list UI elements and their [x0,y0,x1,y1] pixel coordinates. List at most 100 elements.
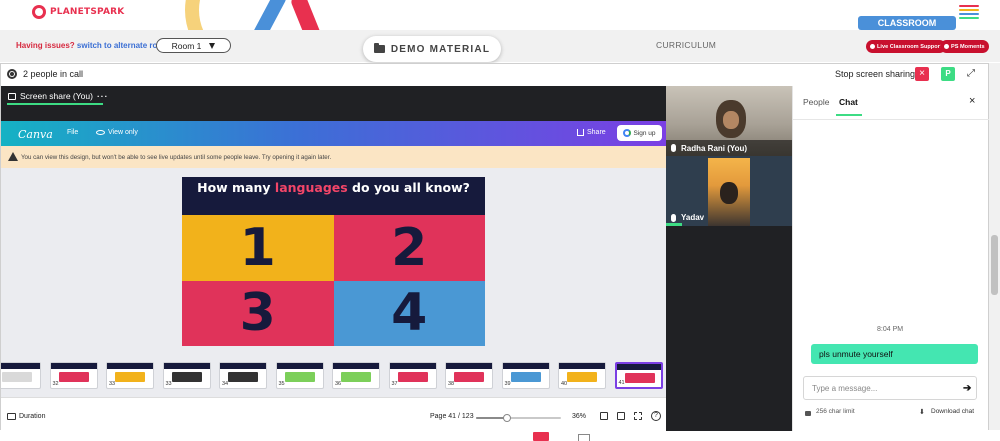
thumbnail-number: 33 [165,381,172,387]
thumbnail-body [171,372,202,382]
chat-message-input[interactable]: Type a message... [803,376,977,400]
canva-view-only[interactable]: View only [96,129,138,136]
help-icon[interactable]: ? [651,411,661,421]
ps-moments-label: PS Moments [951,43,985,50]
live-classroom-support-button[interactable]: Live Classroom Support [866,40,946,53]
slide-title: How many languages do you all know? [182,177,485,215]
plus-circle-icon [870,44,875,49]
zoom-slider[interactable] [476,414,561,422]
microphone-icon [671,213,676,222]
thumbnail-header [1,363,40,369]
thumbnail-header [502,363,549,369]
participant-video [708,158,750,226]
scrollbar-thumb[interactable] [991,235,998,295]
demo-material-label: DEMO MATERIAL [390,43,491,55]
participant-name: Radha Rani (You) [681,143,748,153]
cutoff-red-icon[interactable] [533,432,549,441]
fullscreen-icon[interactable] [634,412,642,420]
char-limit-text: 256 char limit [816,408,855,415]
eye-icon [96,130,105,135]
active-tab-indicator [836,114,862,116]
thumbnail-header [616,364,661,370]
room-select[interactable]: Room 1 [156,38,231,53]
slide-thumbnail[interactable]: 35 [275,362,324,389]
brand-logo[interactable]: PLANETSPARK [32,5,124,19]
thumbnail-header [333,363,379,369]
speaking-indicator [666,223,682,226]
slide-thumbnail[interactable]: 32 [49,362,98,389]
thumbnail-body [284,372,315,382]
settings-gear-icon[interactable] [7,69,17,79]
thumbnail-body [115,372,145,382]
canva-sign-up-button[interactable]: Sign up [617,125,662,141]
tab-chat[interactable]: Chat [839,97,858,107]
download-chat-button[interactable]: Download chat [931,408,974,415]
cutoff-gray-icon[interactable] [578,434,590,441]
slide-title-accent: languages [274,180,348,195]
close-icon[interactable]: × [969,95,975,107]
video-tiles: Radha Rani (You) Yadav [666,86,792,431]
ps-moments-button[interactable]: PS Moments [940,40,989,53]
slide-thumbnail[interactable]: 38 [445,362,493,389]
thumbnail-header [446,363,492,369]
page-scrollbar[interactable] [989,63,1000,430]
thumbnail-number: 33 [109,381,116,387]
canva-toolbar: Canva File View only Share Sign up [1,121,666,146]
fullscreen-expand-icon[interactable]: ⤢ [967,68,975,79]
canva-file-menu[interactable]: File [67,129,78,136]
participant-avatar-button[interactable]: P [941,67,955,81]
active-tab-indicator [7,103,103,105]
video-tile-self[interactable]: Radha Rani (You) [666,86,792,156]
google-icon [623,129,632,137]
view-only-warning: You can view this design, but won't be a… [1,146,666,168]
people-count: 2 people in call [23,69,84,79]
warning-icon [8,152,18,161]
hamburger-stripe [959,17,979,19]
slide-thumbnail[interactable]: 34 [219,362,267,389]
slide-thumbnail[interactable]: 37 [388,362,437,389]
chat-panel: People Chat × 8:04 PM pls unmute yoursel… [792,86,989,431]
demo-material-button[interactable]: DEMO MATERIAL [363,36,501,62]
slide-thumbnail[interactable]: 40 [558,362,606,389]
more-options-icon[interactable]: ··· [97,91,109,101]
thumbnail-number: 36 [335,381,342,387]
thumbnail-number: 32 [52,381,59,387]
duration-button[interactable]: Duration [19,413,45,420]
classroom-tab[interactable]: CLASSROOM [858,16,956,35]
slide-thumbnail[interactable]: 36 [332,362,380,389]
slide-thumbnail[interactable] [1,362,41,389]
curriculum-link[interactable]: CURRICULUM [656,40,716,50]
thumbnail-number: 35 [278,381,285,387]
page-indicator: Page 41 / 123 [430,413,474,420]
issues-label: Having issues? [16,41,75,50]
canva-logo[interactable]: Canva [18,128,53,141]
screen-share-tab[interactable]: Screen share (You) ··· [8,91,108,101]
thumbnail-header [107,363,153,369]
thumbnail-number: 37 [391,381,398,387]
thumbnail-number: 39 [504,381,511,387]
live-support-label: Live Classroom Support [877,43,942,50]
slide-thumbnail[interactable]: 41 [614,362,663,389]
zoom-slider-handle[interactable] [502,414,511,422]
download-icon[interactable]: ⬇ [919,408,925,416]
tab-people[interactable]: People [803,97,829,107]
notes-icon[interactable] [600,412,608,420]
send-arrow-icon[interactable]: ➔ [963,383,971,394]
planetspark-logo-icon [32,5,46,19]
slide-thumbnail[interactable]: 33 [106,362,154,389]
call-frame: 2 people in call Stop screen sharing × P… [0,63,989,431]
hamburger-menu-icon[interactable] [959,5,979,21]
tile-label: Yadav [671,213,704,222]
participant-video [716,100,746,138]
slide-thumbnail[interactable]: 33 [162,362,211,389]
grid-view-icon[interactable] [617,412,625,420]
thumbnail-header [389,363,436,369]
microphone-icon [671,144,676,152]
slide-quadrant-1: 1 [182,215,334,281]
screen-share-icon [8,92,16,100]
thumbnail-header [220,363,266,369]
canva-share-button[interactable]: Share [577,129,606,136]
slide-thumbnail[interactable]: 39 [501,362,550,389]
stop-sharing-button[interactable]: × [915,67,929,81]
video-tile-yadav[interactable]: Yadav [666,156,792,226]
